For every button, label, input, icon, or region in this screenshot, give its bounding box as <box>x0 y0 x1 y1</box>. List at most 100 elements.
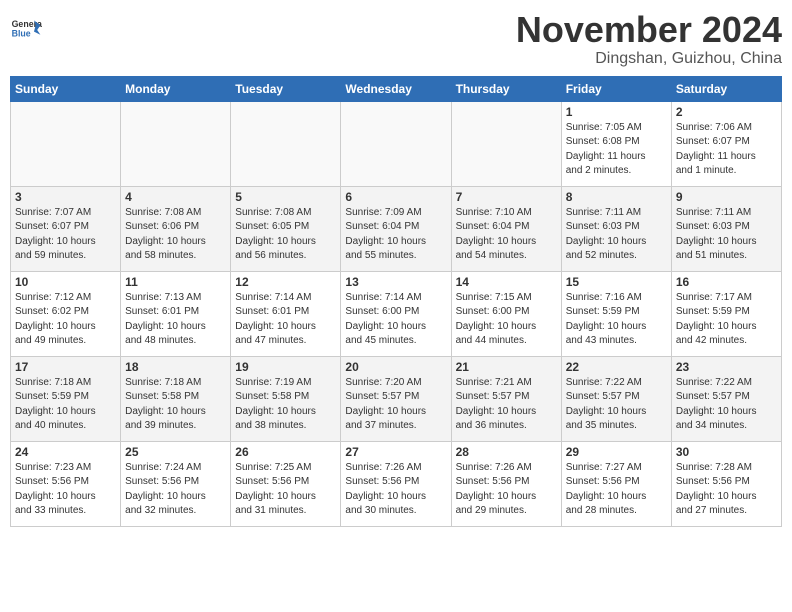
day-number: 29 <box>566 445 667 459</box>
day-info: Sunrise: 7:09 AM Sunset: 6:04 PM Dayligh… <box>345 206 446 264</box>
day-info: Sunrise: 7:28 AM Sunset: 5:56 PM Dayligh… <box>676 461 777 519</box>
day-info: Sunrise: 7:17 AM Sunset: 5:59 PM Dayligh… <box>676 291 777 349</box>
calendar-cell <box>121 101 231 186</box>
day-number: 19 <box>235 360 336 374</box>
location: Dingshan, Guizhou, China <box>516 50 782 68</box>
calendar-cell: 16 Sunrise: 7:17 AM Sunset: 5:59 PM Dayli… <box>671 271 781 356</box>
day-number: 3 <box>15 190 116 204</box>
day-number: 21 <box>456 360 557 374</box>
calendar-cell: 9Sunrise: 7:11 AM Sunset: 6:03 PM Daylig… <box>671 186 781 271</box>
day-info: Sunrise: 7:10 AM Sunset: 6:04 PM Dayligh… <box>456 206 557 264</box>
day-info: Sunrise: 7:14 AM Sunset: 6:00 PM Dayligh… <box>345 291 446 349</box>
day-number: 6 <box>345 190 446 204</box>
day-info: Sunrise: 7:08 AM Sunset: 6:06 PM Dayligh… <box>125 206 226 264</box>
day-info: Sunrise: 7:22 AM Sunset: 5:57 PM Dayligh… <box>566 376 667 434</box>
day-number: 27 <box>345 445 446 459</box>
calendar-cell: 10 Sunrise: 7:12 AM Sunset: 6:02 PM Dayli… <box>11 271 121 356</box>
day-info: Sunrise: 7:22 AM Sunset: 5:57 PM Dayligh… <box>676 376 777 434</box>
logo-icon: General Blue <box>10 14 42 46</box>
calendar-cell: 7 Sunrise: 7:10 AM Sunset: 6:04 PM Daylig… <box>451 186 561 271</box>
day-number: 24 <box>15 445 116 459</box>
calendar-cell: 18 Sunrise: 7:18 AM Sunset: 5:58 PM Dayli… <box>121 356 231 441</box>
calendar-cell: 13 Sunrise: 7:14 AM Sunset: 6:00 PM Dayli… <box>341 271 451 356</box>
day-number: 2 <box>676 105 777 119</box>
calendar-cell: 2 Sunrise: 7:06 AM Sunset: 6:07 PM Daylig… <box>671 101 781 186</box>
month-title: November 2024 <box>516 10 782 50</box>
day-info: Sunrise: 7:21 AM Sunset: 5:57 PM Dayligh… <box>456 376 557 434</box>
weekday-header: Monday <box>121 76 231 101</box>
calendar-cell: 30 Sunrise: 7:28 AM Sunset: 5:56 PM Dayli… <box>671 441 781 526</box>
calendar-table: SundayMondayTuesdayWednesdayThursdayFrid… <box>10 76 782 527</box>
day-info: Sunrise: 7:05 AM Sunset: 6:08 PM Dayligh… <box>566 121 667 179</box>
day-info: Sunrise: 7:15 AM Sunset: 6:00 PM Dayligh… <box>456 291 557 349</box>
day-number: 30 <box>676 445 777 459</box>
day-number: 12 <box>235 275 336 289</box>
day-info: Sunrise: 7:11 AM Sunset: 6:03 PM Dayligh… <box>566 206 667 264</box>
day-number: 10 <box>15 275 116 289</box>
weekday-header: Saturday <box>671 76 781 101</box>
calendar-cell: 8Sunrise: 7:11 AM Sunset: 6:03 PM Daylig… <box>561 186 671 271</box>
day-number: 14 <box>456 275 557 289</box>
day-info: Sunrise: 7:11 AM Sunset: 6:03 PM Dayligh… <box>676 206 777 264</box>
calendar-cell: 28Sunrise: 7:26 AM Sunset: 5:56 PM Dayli… <box>451 441 561 526</box>
calendar-cell <box>341 101 451 186</box>
title-block: November 2024 Dingshan, Guizhou, China <box>516 10 782 68</box>
day-number: 26 <box>235 445 336 459</box>
calendar-cell: 3 Sunrise: 7:07 AM Sunset: 6:07 PM Daylig… <box>11 186 121 271</box>
day-number: 18 <box>125 360 226 374</box>
day-info: Sunrise: 7:13 AM Sunset: 6:01 PM Dayligh… <box>125 291 226 349</box>
day-info: Sunrise: 7:16 AM Sunset: 5:59 PM Dayligh… <box>566 291 667 349</box>
weekday-header: Sunday <box>11 76 121 101</box>
calendar-cell: 22Sunrise: 7:22 AM Sunset: 5:57 PM Dayli… <box>561 356 671 441</box>
day-info: Sunrise: 7:07 AM Sunset: 6:07 PM Dayligh… <box>15 206 116 264</box>
day-info: Sunrise: 7:26 AM Sunset: 5:56 PM Dayligh… <box>456 461 557 519</box>
calendar-cell: 20Sunrise: 7:20 AM Sunset: 5:57 PM Dayli… <box>341 356 451 441</box>
calendar-cell: 29 Sunrise: 7:27 AM Sunset: 5:56 PM Dayli… <box>561 441 671 526</box>
day-info: Sunrise: 7:23 AM Sunset: 5:56 PM Dayligh… <box>15 461 116 519</box>
calendar-cell <box>11 101 121 186</box>
calendar-week-row: 1 Sunrise: 7:05 AM Sunset: 6:08 PM Daylig… <box>11 101 782 186</box>
weekday-header: Tuesday <box>231 76 341 101</box>
day-info: Sunrise: 7:06 AM Sunset: 6:07 PM Dayligh… <box>676 121 777 179</box>
calendar-cell: 25Sunrise: 7:24 AM Sunset: 5:56 PM Dayli… <box>121 441 231 526</box>
weekday-header: Thursday <box>451 76 561 101</box>
calendar-cell: 21 Sunrise: 7:21 AM Sunset: 5:57 PM Dayli… <box>451 356 561 441</box>
calendar-cell: 1 Sunrise: 7:05 AM Sunset: 6:08 PM Daylig… <box>561 101 671 186</box>
calendar-cell: 27 Sunrise: 7:26 AM Sunset: 5:56 PM Dayli… <box>341 441 451 526</box>
day-number: 20 <box>345 360 446 374</box>
day-number: 7 <box>456 190 557 204</box>
day-number: 15 <box>566 275 667 289</box>
calendar-cell: 4 Sunrise: 7:08 AM Sunset: 6:06 PM Daylig… <box>121 186 231 271</box>
calendar-cell: 24 Sunrise: 7:23 AM Sunset: 5:56 PM Dayli… <box>11 441 121 526</box>
day-number: 17 <box>15 360 116 374</box>
day-info: Sunrise: 7:27 AM Sunset: 5:56 PM Dayligh… <box>566 461 667 519</box>
day-info: Sunrise: 7:14 AM Sunset: 6:01 PM Dayligh… <box>235 291 336 349</box>
calendar-cell: 15 Sunrise: 7:16 AM Sunset: 5:59 PM Dayli… <box>561 271 671 356</box>
day-number: 4 <box>125 190 226 204</box>
calendar-week-row: 24 Sunrise: 7:23 AM Sunset: 5:56 PM Dayli… <box>11 441 782 526</box>
logo: General Blue <box>10 14 46 46</box>
calendar-body: 1 Sunrise: 7:05 AM Sunset: 6:08 PM Daylig… <box>11 101 782 526</box>
day-number: 13 <box>345 275 446 289</box>
calendar-cell <box>231 101 341 186</box>
day-info: Sunrise: 7:18 AM Sunset: 5:59 PM Dayligh… <box>15 376 116 434</box>
svg-text:Blue: Blue <box>12 28 31 38</box>
day-info: Sunrise: 7:18 AM Sunset: 5:58 PM Dayligh… <box>125 376 226 434</box>
calendar-cell: 11Sunrise: 7:13 AM Sunset: 6:01 PM Dayli… <box>121 271 231 356</box>
calendar-cell: 26Sunrise: 7:25 AM Sunset: 5:56 PM Dayli… <box>231 441 341 526</box>
day-info: Sunrise: 7:08 AM Sunset: 6:05 PM Dayligh… <box>235 206 336 264</box>
calendar-cell <box>451 101 561 186</box>
day-number: 1 <box>566 105 667 119</box>
calendar-week-row: 17 Sunrise: 7:18 AM Sunset: 5:59 PM Dayli… <box>11 356 782 441</box>
calendar-cell: 5Sunrise: 7:08 AM Sunset: 6:05 PM Daylig… <box>231 186 341 271</box>
day-info: Sunrise: 7:26 AM Sunset: 5:56 PM Dayligh… <box>345 461 446 519</box>
day-number: 16 <box>676 275 777 289</box>
calendar-cell: 19Sunrise: 7:19 AM Sunset: 5:58 PM Dayli… <box>231 356 341 441</box>
weekday-header: Wednesday <box>341 76 451 101</box>
calendar-cell: 14 Sunrise: 7:15 AM Sunset: 6:00 PM Dayli… <box>451 271 561 356</box>
calendar-header-row: SundayMondayTuesdayWednesdayThursdayFrid… <box>11 76 782 101</box>
day-info: Sunrise: 7:12 AM Sunset: 6:02 PM Dayligh… <box>15 291 116 349</box>
calendar-cell: 12 Sunrise: 7:14 AM Sunset: 6:01 PM Dayli… <box>231 271 341 356</box>
calendar-cell: 17 Sunrise: 7:18 AM Sunset: 5:59 PM Dayli… <box>11 356 121 441</box>
calendar-week-row: 10 Sunrise: 7:12 AM Sunset: 6:02 PM Dayli… <box>11 271 782 356</box>
